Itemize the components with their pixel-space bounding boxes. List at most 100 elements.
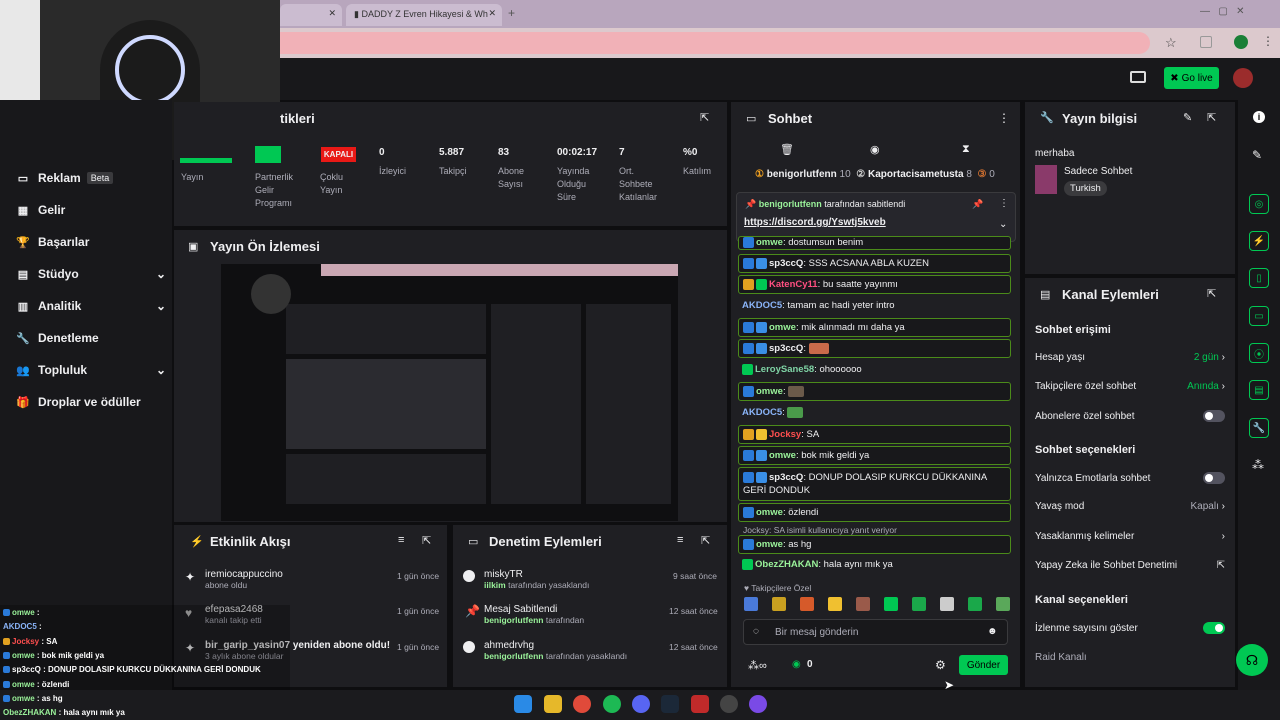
edit-icon[interactable]: ✎ bbox=[1252, 148, 1262, 162]
sidebar-item-denetleme[interactable]: 🔧 Denetleme bbox=[16, 328, 166, 348]
sidebar-item-studyo[interactable]: ▤ Stüdyo ⌄ bbox=[16, 264, 166, 284]
emote[interactable] bbox=[940, 597, 954, 611]
extension-icon[interactable] bbox=[1200, 36, 1212, 48]
user-avatar[interactable] bbox=[1233, 68, 1253, 88]
stream-category[interactable]: Sadece Sohbet bbox=[1064, 166, 1132, 177]
bolt-icon[interactable]: ⚡ bbox=[1249, 231, 1269, 251]
more-icon[interactable]: ⋮ bbox=[999, 198, 1009, 209]
banned-words-setting[interactable]: Yasaklanmış kelimeler › bbox=[1035, 531, 1225, 542]
emote[interactable] bbox=[800, 597, 814, 611]
chat-message[interactable]: sp3ccQ: bbox=[738, 339, 1011, 359]
community-icon[interactable]: ⁂∞ bbox=[748, 659, 767, 672]
sidebar-item-topluluk[interactable]: 👥 Topluluk ⌄ bbox=[16, 360, 166, 380]
chat-message[interactable]: omwe: özlendi bbox=[738, 503, 1011, 523]
emote[interactable] bbox=[996, 597, 1010, 611]
chat-input[interactable]: ◌ Bir mesaj gönderin ☻ bbox=[743, 619, 1008, 645]
filter-icon[interactable]: ≡ bbox=[398, 534, 404, 546]
pinned-link[interactable]: https://discord.gg/Yswtj5kveb bbox=[744, 217, 886, 228]
emote[interactable] bbox=[744, 597, 758, 611]
list-item[interactable]: Mesaj Sabitlendi benigorlutfenn tarafında… bbox=[484, 604, 664, 625]
spotify-icon[interactable] bbox=[603, 695, 621, 713]
chat-message[interactable]: omwe: bbox=[738, 382, 1011, 402]
sidebar-item-analitik[interactable]: ▥ Analitik ⌄ bbox=[16, 296, 166, 316]
close-icon[interactable]: ✕ bbox=[328, 8, 336, 19]
account-age-setting[interactable]: Hesap yaşı 2 gün › bbox=[1035, 352, 1225, 363]
info-icon[interactable]: i bbox=[1253, 111, 1265, 123]
raid-setting[interactable]: Raid Kanalı bbox=[1035, 652, 1225, 663]
chat-message[interactable]: omwe: mik alınmadı mı daha ya bbox=[738, 318, 1011, 338]
more-icon[interactable]: ⋮ bbox=[998, 111, 1010, 125]
browser-menu-icon[interactable]: ⋮ bbox=[1262, 34, 1274, 48]
chat-message[interactable]: ObezZHAKAN: hala aynı mık ya bbox=[738, 556, 1011, 573]
steam-icon[interactable] bbox=[661, 695, 679, 713]
chat-message[interactable]: Jocksy: SA bbox=[738, 425, 1011, 445]
sub-chat-setting[interactable]: Abonelere özel sohbet bbox=[1035, 410, 1225, 422]
browser-tab-active[interactable]: ▮ DADDY Z Evren Hikayesi & Wh ✕ bbox=[346, 4, 502, 26]
list-item[interactable]: miskyTR iilkim tarafından yasaklandı bbox=[484, 569, 664, 590]
emote[interactable] bbox=[968, 597, 982, 611]
ai-moderation-setting[interactable]: Yapay Zeka ile Sohbet Denetimi ⇱ bbox=[1035, 560, 1225, 571]
send-button[interactable]: Gönder bbox=[959, 655, 1008, 675]
window-controls[interactable]: — ▢ ✕ bbox=[1200, 6, 1245, 17]
community-icon[interactable]: ⁂ bbox=[1252, 458, 1264, 472]
go-live-button[interactable]: ✖ Go live bbox=[1164, 67, 1219, 89]
chat-message[interactable]: AKDOC5: tamam ac hadi yeter intro bbox=[738, 297, 1011, 314]
chat-message[interactable]: sp3ccQ: DONUP DOLASIP KURKCU DÜKKANINA G… bbox=[738, 467, 1011, 501]
discord-icon[interactable] bbox=[632, 695, 650, 713]
wrench-icon[interactable]: 🔧 bbox=[1249, 418, 1269, 438]
new-tab-icon[interactable]: + bbox=[508, 6, 515, 20]
sub-chat-toggle[interactable] bbox=[1203, 410, 1225, 422]
chat-message[interactable]: omwe: bok mik geldi ya bbox=[738, 446, 1011, 466]
broadcast-icon[interactable]: ⦿ bbox=[1249, 343, 1269, 363]
popout-icon[interactable]: ⇱ bbox=[1207, 287, 1216, 300]
popout-icon[interactable]: ⇱ bbox=[422, 534, 431, 547]
emote[interactable] bbox=[856, 597, 870, 611]
chat-message[interactable]: KatenCy11: bu saatte yayınmı bbox=[738, 275, 1011, 295]
emote[interactable] bbox=[828, 597, 842, 611]
chat-message[interactable]: omwe: as hg bbox=[738, 535, 1011, 555]
chat-message[interactable]: omwe: dostumsun benim bbox=[738, 236, 1011, 250]
emote-only-toggle[interactable] bbox=[1203, 472, 1225, 484]
chrome-icon[interactable] bbox=[573, 695, 591, 713]
gear-icon[interactable]: ⚙ bbox=[935, 658, 946, 672]
follower-chat-setting[interactable]: Takipçilere özel sohbet Anında › bbox=[1035, 381, 1225, 392]
hourglass-icon[interactable]: ⧗ bbox=[962, 143, 970, 156]
popout-icon[interactable]: ⇱ bbox=[700, 111, 709, 124]
profile-avatar[interactable] bbox=[1234, 35, 1248, 49]
sidebar-item-gelir[interactable]: ▦ Gelir bbox=[16, 200, 166, 220]
show-views-toggle[interactable] bbox=[1203, 622, 1225, 634]
mode-toggle-icon[interactable] bbox=[1130, 71, 1146, 83]
sidebar-item-reklam[interactable]: ▭ Reklam Beta bbox=[16, 168, 166, 188]
unpin-icon[interactable]: 📌 bbox=[972, 199, 983, 210]
emote-bar[interactable] bbox=[744, 597, 1012, 615]
file-explorer-icon[interactable] bbox=[544, 695, 562, 713]
list-item[interactable]: ahmedrvhg benigorlutfenn tarafından yasak… bbox=[484, 640, 664, 661]
sidebar-item-droplar[interactable]: 🎁 Droplar ve ödüller bbox=[16, 392, 166, 412]
close-icon[interactable]: ✕ bbox=[488, 8, 496, 19]
twitch-icon[interactable] bbox=[749, 695, 767, 713]
show-views-setting[interactable]: İzlenme sayısını göster bbox=[1035, 622, 1225, 634]
stream-preview-video[interactable] bbox=[221, 264, 678, 521]
app-icon[interactable] bbox=[691, 695, 709, 713]
emote[interactable] bbox=[772, 597, 786, 611]
support-headset-icon[interactable]: ☊ bbox=[1236, 644, 1268, 676]
filter-icon[interactable]: ≡ bbox=[677, 534, 683, 546]
emote[interactable] bbox=[884, 597, 898, 611]
trash-icon[interactable]: 🗑 bbox=[780, 143, 794, 156]
chat-icon[interactable]: ▭ bbox=[1249, 306, 1269, 326]
chat-message[interactable]: LeroySane58: ohoooooo bbox=[738, 361, 1011, 378]
browser-tab[interactable]: ✕ bbox=[280, 4, 342, 26]
popout-icon[interactable]: ⇱ bbox=[1207, 111, 1216, 124]
chat-message[interactable]: sp3ccQ: SSS ACSANA ABLA KUZEN bbox=[738, 254, 1011, 274]
chat-mode-icon[interactable]: ◉ bbox=[870, 143, 880, 156]
bookmark-star-icon[interactable]: ☆ bbox=[1165, 35, 1177, 51]
camera-icon[interactable]: ◎ bbox=[1249, 194, 1269, 214]
list-icon[interactable]: ▤ bbox=[1249, 380, 1269, 400]
chevron-down-icon[interactable]: ⌄ bbox=[999, 219, 1007, 230]
stream-tag[interactable]: Turkish bbox=[1064, 181, 1107, 196]
sidebar-item-basarilar[interactable]: 🏆 Başarılar bbox=[16, 232, 166, 252]
obs-icon[interactable] bbox=[720, 695, 738, 713]
slow-mode-setting[interactable]: Yavaş mod Kapalı › bbox=[1035, 501, 1225, 512]
windows-start-icon[interactable] bbox=[514, 695, 532, 713]
emote[interactable] bbox=[912, 597, 926, 611]
